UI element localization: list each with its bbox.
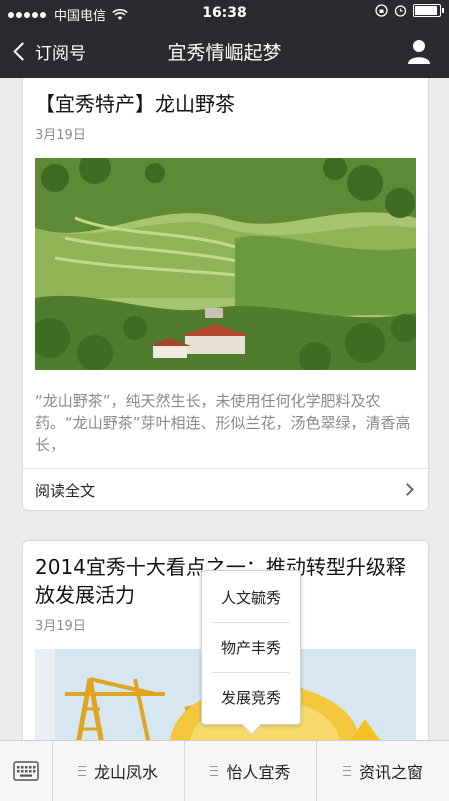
menu-label: 龙山凤水 (93, 763, 158, 782)
person-icon[interactable] (407, 38, 431, 64)
tea-plantation-image (35, 158, 416, 370)
article-card[interactable]: 【宜秀特产】龙山野茶 3月19日 “龙山野茶”，纯天然生长，未使用任何化学肥料及… (22, 78, 429, 511)
nav-bar: 订阅号 宜秀情崛起梦 (0, 26, 449, 78)
article-date: 3月19日 (35, 619, 86, 634)
read-more-label: 阅读全文 (35, 482, 96, 500)
keyboard-icon (13, 761, 39, 781)
keyboard-toggle-button[interactable] (0, 741, 53, 801)
submenu-item-wuchan[interactable]: 物产丰秀 (210, 623, 292, 673)
status-bar: 中国电信 16:38 (0, 0, 449, 26)
article-date: 3月19日 (35, 128, 86, 143)
chevron-right-icon (401, 483, 414, 496)
rotation-lock-icon (375, 4, 388, 17)
menu-button-zixun[interactable]: 资讯之窗 (317, 741, 449, 801)
top-bar: 中国电信 16:38 订阅号 宜秀情崛起梦 (0, 0, 449, 78)
menu-button-longshan[interactable]: 龙山凤水 (52, 741, 185, 801)
menu-lines-icon (342, 766, 351, 776)
menu-label: 怡人宜秀 (226, 763, 291, 782)
menu-lines-icon (77, 766, 86, 776)
article-title[interactable]: 【宜秀特产】龙山野茶 (35, 90, 415, 118)
alarm-icon (394, 5, 407, 17)
menu-label: 资讯之窗 (358, 763, 423, 782)
bottom-menu-bar: 龙山凤水 怡人宜秀 资讯之窗 (0, 740, 449, 801)
battery-icon (413, 4, 444, 17)
submenu-popup: 人文毓秀 物产丰秀 发展竞秀 (201, 570, 301, 735)
menu-button-yiren[interactable]: 怡人宜秀 (185, 741, 317, 801)
menu-lines-icon (210, 766, 219, 776)
submenu-item-renwen[interactable]: 人文毓秀 (210, 573, 292, 623)
page-title: 宜秀情崛起梦 (167, 42, 282, 64)
article-summary: “龙山野茶”，纯天然生长，未使用任何化学肥料及农药。“龙山野茶”芽叶相连、形似兰… (35, 392, 411, 454)
article-image[interactable] (35, 158, 416, 370)
read-more-row[interactable]: 阅读全文 (23, 468, 428, 510)
